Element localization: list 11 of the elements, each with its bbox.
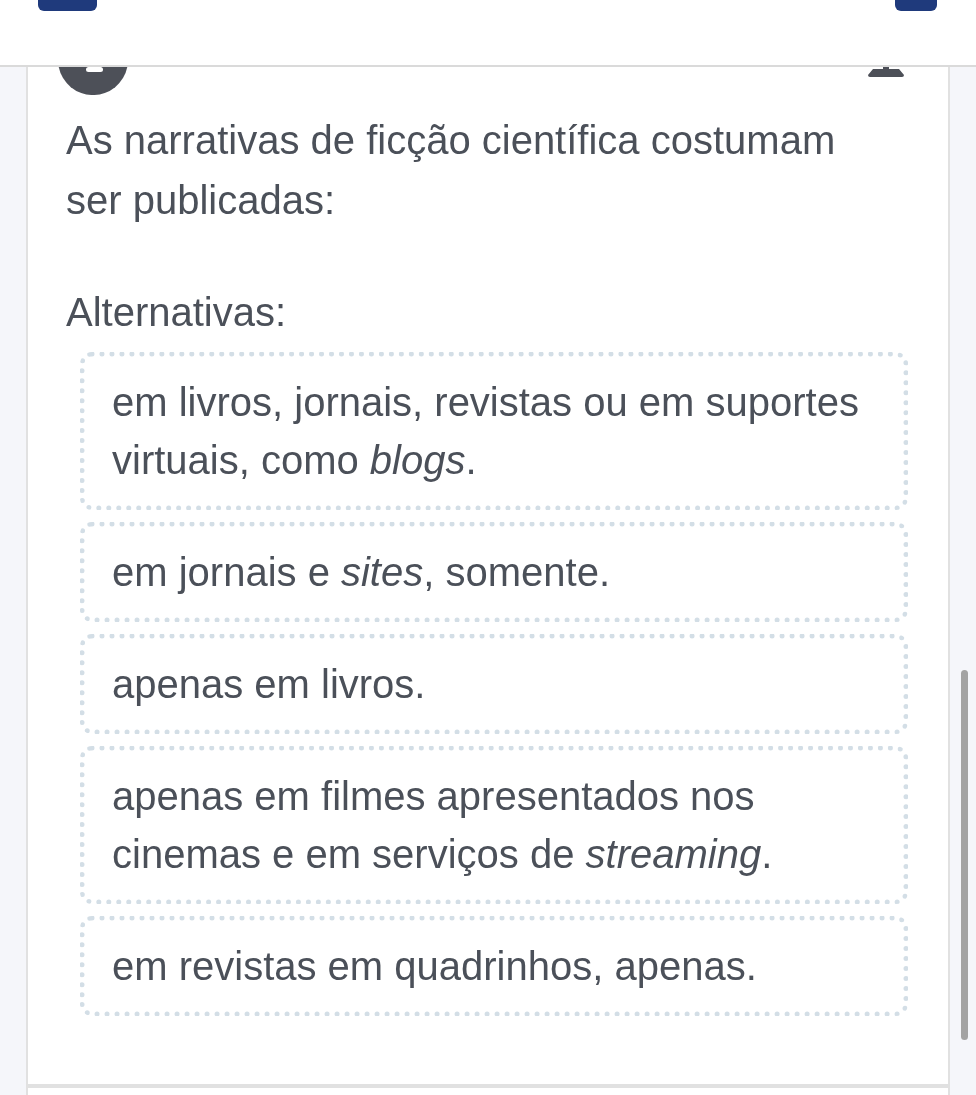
answer-option[interactable]: em jornais e sites, somente. bbox=[80, 522, 908, 622]
alternatives-heading: Alternativas: bbox=[66, 289, 288, 336]
header-button[interactable] bbox=[895, 0, 937, 11]
answer-option[interactable]: em revistas em quadrinhos, apenas. bbox=[80, 916, 908, 1016]
flag-base-icon[interactable] bbox=[866, 67, 906, 77]
scrollbar-thumb[interactable] bbox=[961, 670, 968, 1040]
answer-option[interactable]: apenas em filmes apresentados nos cinemas e em serviços de streaming. bbox=[80, 746, 908, 904]
header-button[interactable] bbox=[38, 0, 97, 11]
answer-option[interactable]: apenas em livros. bbox=[80, 634, 908, 734]
question-text: As narrativas de ficção científica costumam ser publicadas: bbox=[66, 117, 837, 224]
answer-option[interactable]: em livros, jornais, revistas ou em suportes virtuais, como blogs. bbox=[80, 352, 908, 510]
